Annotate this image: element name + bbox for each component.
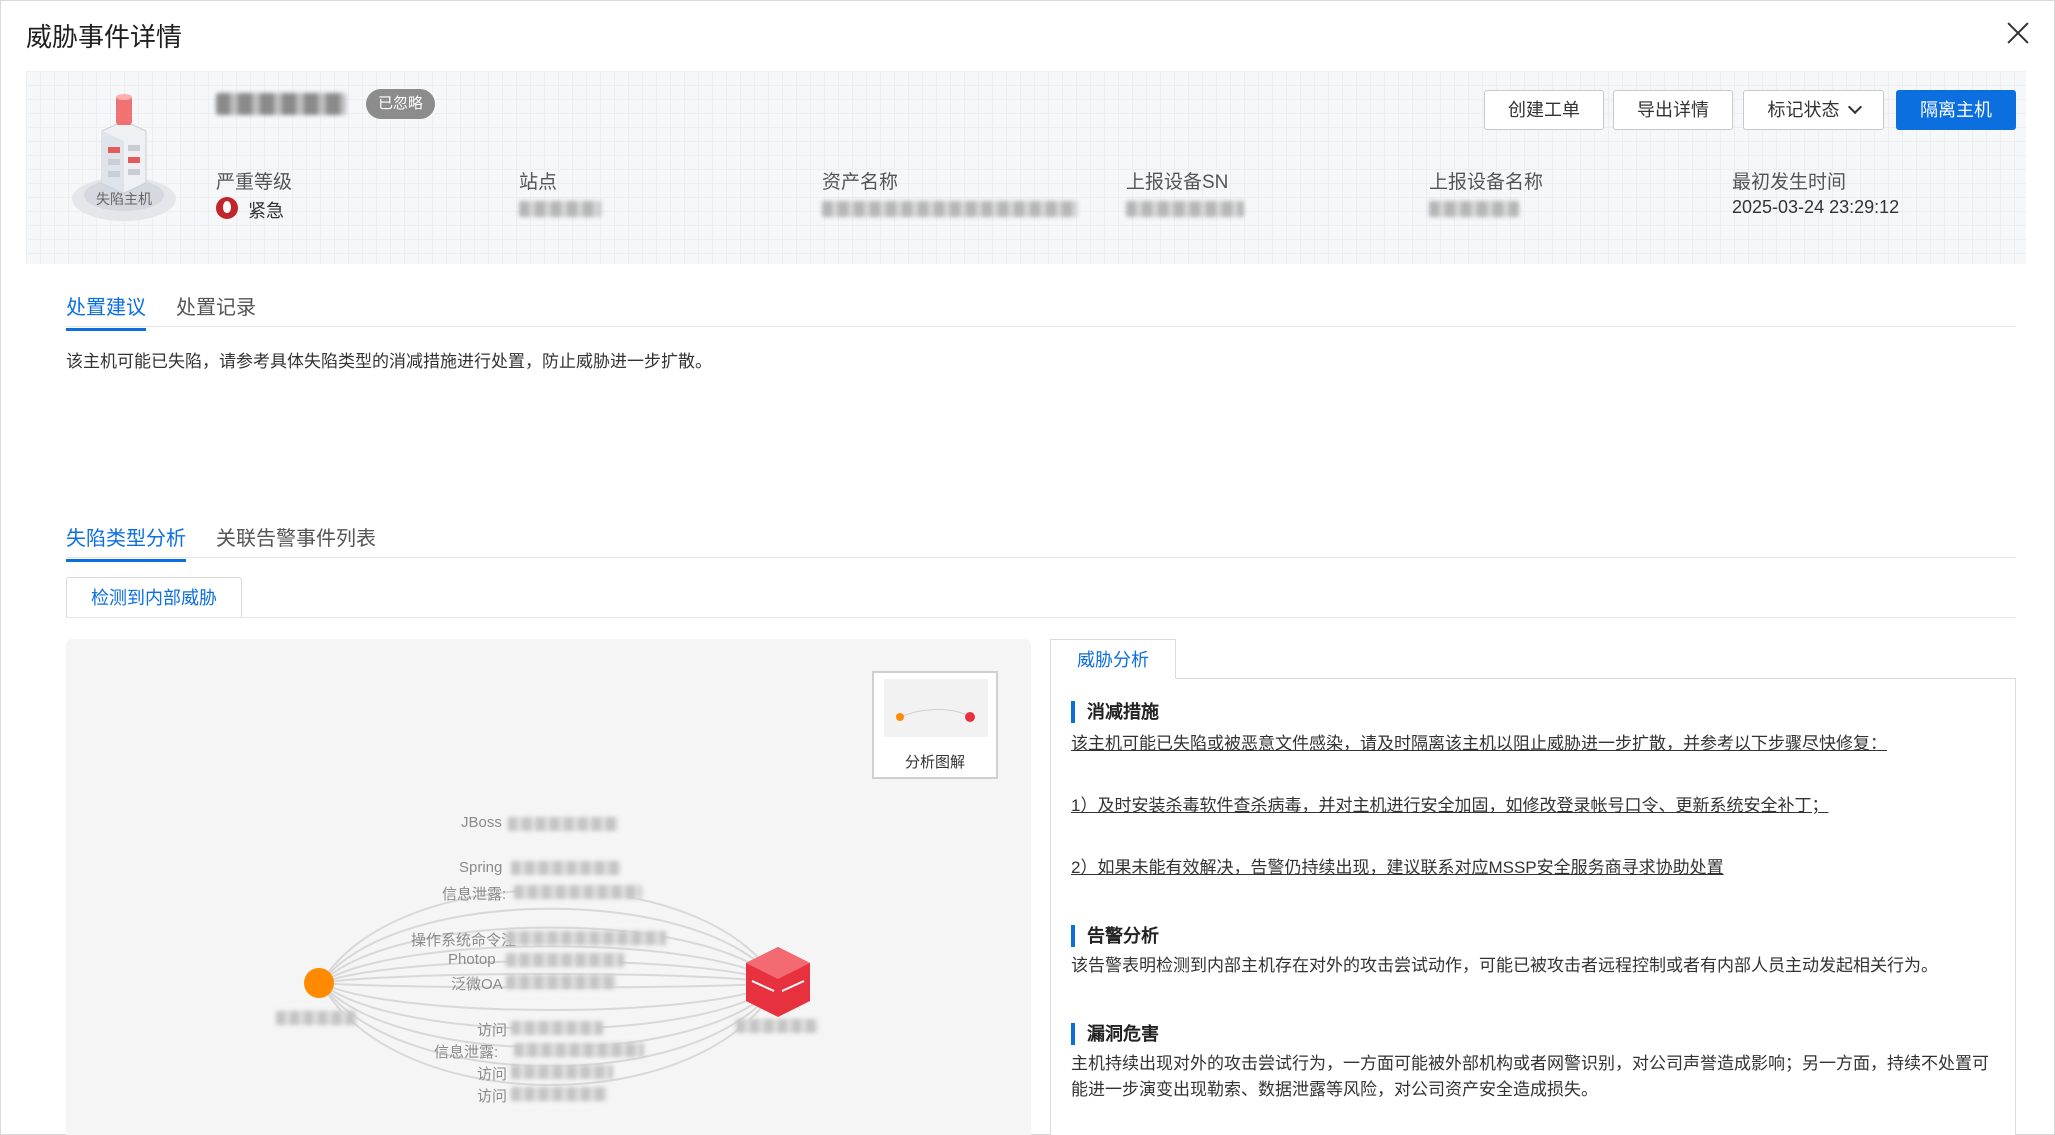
target-server-node[interactable]	[746, 947, 810, 1017]
subtab-divider	[66, 617, 2016, 618]
section-title-vulnerability-harm: 漏洞危害	[1071, 1023, 1159, 1045]
edge-label-redacted	[511, 1087, 607, 1101]
tab-internal-threat-detected[interactable]: 检测到内部威胁	[66, 577, 242, 617]
target-node-label-redacted	[736, 1019, 818, 1033]
edge-label: 访问	[477, 1088, 508, 1105]
analysis-diagram-thumbnail[interactable]: 分析图解	[872, 671, 998, 779]
disposal-advice-text: 该主机可能已失陷，请参考具体失陷类型的消减措施进行处置，防止威胁进一步扩散。	[66, 352, 712, 371]
edge-label-redacted	[511, 1021, 603, 1035]
edge-label-redacted	[514, 1043, 644, 1057]
edge-label-redacted	[511, 1065, 613, 1079]
device-sn-value-redacted	[1126, 201, 1244, 217]
status-badge: 已忽略	[366, 89, 436, 119]
alert-analysis-text: 该告警表明检测到内部主机存在对外的攻击尝试动作，可能已被攻击者远程控制或者有内部…	[1071, 956, 1938, 975]
tab-compromise-type-analysis[interactable]: 失陷类型分析	[66, 522, 186, 562]
edge-label-redacted	[506, 975, 616, 989]
export-details-button[interactable]: 导出详情	[1613, 90, 1733, 130]
isolate-host-button[interactable]: 隔离主机	[1896, 90, 2016, 130]
attack-graph-panel[interactable]: JBoss Spring 信息泄露: 操作系统命令注 Photop 泛微OA 访…	[66, 639, 1031, 1135]
edge-label: JBoss	[461, 814, 502, 831]
mitigation-intro: 该主机可能已失陷或被恶意文件感染，请及时隔离该主机以阻止威胁进一步扩散，并参考以…	[1071, 734, 1887, 753]
mitigation-step-1: 1）及时安装杀毒软件查杀病毒，并对主机进行安全加固，如修改登录帐号口令、更新系统…	[1071, 796, 1829, 815]
threat-event-dialog: 威胁事件详情 失陷主机 已忽略 严重等级 紧急 站点 资产名称 上报设备SN 上…	[0, 0, 2055, 1135]
site-label: 站点	[519, 172, 558, 193]
analysis-tabs: 失陷类型分析 关联告警事件列表	[66, 522, 2016, 562]
close-icon[interactable]	[2001, 17, 2035, 51]
first-seen-label: 最初发生时间	[1732, 172, 1847, 193]
mark-status-dropdown[interactable]: 标记状态	[1743, 90, 1884, 130]
device-sn-label: 上报设备SN	[1126, 172, 1229, 193]
disposal-tabs: 处置建议 处置记录	[66, 291, 2016, 331]
edge-label: 信息泄露:	[434, 1044, 499, 1061]
mark-status-label: 标记状态	[1767, 100, 1840, 120]
mitigation-step-2: 2）如果未能有效解决，告警仍持续出现，建议联系对应MSSP安全服务商寻求协助处置	[1071, 858, 1724, 877]
edge-label: 操作系统命令注	[411, 932, 517, 949]
asset-name-value-redacted	[822, 201, 1078, 217]
section-title-alert-analysis: 告警分析	[1071, 925, 1159, 947]
chevron-down-icon	[1847, 99, 1862, 115]
host-name-redacted	[216, 93, 346, 115]
device-name-label: 上报设备名称	[1429, 172, 1544, 193]
tab-threat-analysis[interactable]: 威胁分析	[1050, 639, 1176, 679]
create-ticket-button[interactable]: 创建工单	[1484, 90, 1604, 130]
edge-label: 访问	[477, 1066, 508, 1083]
compromised-host-icon: 失陷主机	[64, 91, 184, 241]
dialog-title: 威胁事件详情	[26, 22, 183, 52]
edge-label-redacted	[506, 931, 666, 945]
edge-label: 信息泄露:	[442, 886, 507, 903]
source-host-node[interactable]	[304, 968, 334, 998]
severity-value: 紧急	[248, 201, 284, 221]
edge-label-redacted	[514, 885, 642, 899]
minimap-preview	[884, 679, 988, 737]
edge-label-redacted	[511, 861, 621, 875]
edge-label: Spring	[459, 859, 503, 876]
host-icon-caption: 失陷主机	[96, 191, 152, 207]
site-value-redacted	[519, 201, 601, 217]
vulnerability-harm-text: 主机持续出现对外的攻击尝试行为，一方面可能被外部机构或者网警识别，对公司声誉造成…	[1071, 1054, 1989, 1099]
edge-label: 访问	[477, 1022, 508, 1039]
asset-name-label: 资产名称	[822, 172, 899, 193]
flame-icon	[216, 197, 238, 219]
minimap-caption: 分析图解	[904, 754, 965, 771]
tab-related-alert-events[interactable]: 关联告警事件列表	[216, 522, 376, 559]
tab-disposal-records[interactable]: 处置记录	[176, 291, 256, 328]
edge-label: Photop	[448, 951, 496, 968]
tab-disposal-advice[interactable]: 处置建议	[66, 291, 146, 331]
edge-label: 泛微OA	[451, 976, 503, 993]
first-seen-value: 2025-03-24 23:29:12	[1732, 197, 1900, 217]
edge-label-redacted	[508, 817, 618, 831]
source-node-label-redacted	[276, 1011, 356, 1025]
threat-analysis-panel: 消减措施 该主机可能已失陷或被恶意文件感染，请及时隔离该主机以阻止威胁进一步扩散…	[1050, 678, 2016, 1135]
section-title-mitigation: 消减措施	[1071, 701, 1159, 723]
severity-label: 严重等级	[216, 172, 293, 193]
host-summary-card: 失陷主机 已忽略 严重等级 紧急 站点 资产名称 上报设备SN 上报设备名称 最…	[26, 71, 2026, 264]
device-name-value-redacted	[1429, 201, 1519, 217]
edge-label-redacted	[506, 953, 624, 967]
